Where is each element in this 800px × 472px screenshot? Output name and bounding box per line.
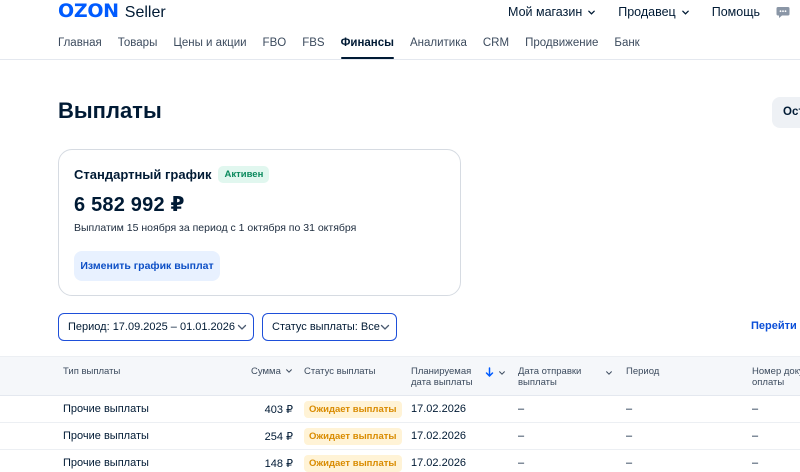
schedule-title: Стандартный график	[74, 167, 212, 182]
remainder-button[interactable]: Ост	[772, 97, 800, 128]
payouts-table: Тип выплаты Сумма Статус выплаты Планиру…	[0, 356, 800, 472]
cell-sum: 254 ₽	[264, 431, 293, 443]
chevron-down-icon	[681, 10, 689, 15]
cell-sum: 148 ₽	[264, 458, 293, 470]
top-nav: Мой магазин Продавец Помощь	[508, 4, 800, 20]
top-nav-label: Помощь	[711, 5, 760, 19]
cell-planned-date: 17.02.2026	[411, 403, 467, 415]
table-row[interactable]: Прочие выплаты 403 ₽ Ожидает выплаты 17.…	[0, 396, 800, 423]
column-header-document-number[interactable]: Номер доку оплаты	[752, 366, 800, 388]
cell-type: Прочие выплаты	[63, 403, 149, 415]
cell-sent-date: –	[518, 430, 525, 442]
goto-link[interactable]: Перейти в	[751, 320, 800, 332]
logo-mark: OZON	[58, 0, 119, 22]
cell-document-number: –	[752, 430, 759, 442]
chevron-down-icon	[380, 324, 390, 330]
chevron-down-icon	[588, 10, 596, 15]
cell-document-number: –	[752, 403, 759, 415]
top-nav-label: Продавец	[618, 5, 676, 19]
table-row[interactable]: Прочие выплаты 148 ₽ Ожидает выплаты 17.…	[0, 450, 800, 472]
cell-sent-date: –	[518, 403, 525, 415]
nav-tab-analytics[interactable]: Аналитика	[410, 37, 467, 59]
ozon-seller-logo[interactable]: OZON Seller	[58, 0, 166, 22]
main-nav: Главная Товары Цены и акции FBO FBS Фина…	[0, 26, 800, 60]
chevron-down-icon	[237, 324, 247, 330]
status-filter[interactable]: Статус выплаты: Все	[262, 313, 397, 341]
payout-amount: 6 582 992 ₽	[74, 194, 185, 216]
chevron-down-icon[interactable]	[605, 369, 613, 377]
cell-sum: 403 ₽	[264, 404, 293, 416]
column-header-line: оплаты	[752, 377, 785, 388]
column-header-line: выплаты	[518, 377, 557, 388]
status-badge: Активен	[218, 166, 270, 183]
cell-document-number: –	[752, 457, 759, 469]
change-schedule-button[interactable]: Изменить график выплат	[74, 251, 220, 281]
chevron-down-icon	[499, 370, 505, 375]
top-nav-my-store[interactable]: Мой магазин	[508, 5, 596, 19]
cell-sent-date: –	[518, 457, 525, 469]
period-filter-label: Период: 17.09.2025 – 01.01.2026	[68, 321, 236, 333]
card-heading: Стандартный график Активен	[74, 166, 270, 183]
top-bar: OZON Seller Мой магазин Продавец Помощь	[0, 0, 800, 26]
cell-period: –	[626, 403, 633, 415]
nav-tab-fbs[interactable]: FBS	[302, 37, 324, 59]
sort-control[interactable]	[485, 367, 506, 378]
logo-subtitle: Seller	[124, 4, 166, 21]
top-nav-help[interactable]: Помощь	[712, 5, 760, 19]
nav-tab-home[interactable]: Главная	[58, 37, 102, 59]
sort-arrow-down-icon	[485, 367, 494, 378]
status-filter-label: Статус выплаты: Все	[272, 321, 380, 333]
chevron-down-icon	[285, 369, 292, 374]
column-header-sum[interactable]: Сумма	[251, 366, 293, 377]
cell-type: Прочие выплаты	[63, 457, 149, 469]
status-badge: Ожидает выплаты	[304, 428, 402, 445]
chat-icon[interactable]	[776, 6, 790, 19]
column-header-line: Номер доку	[752, 366, 800, 377]
column-header-period[interactable]: Период	[626, 366, 659, 377]
nav-tab-promotion[interactable]: Продвижение	[525, 37, 598, 59]
page-title: Выплаты	[58, 98, 162, 123]
payout-description: Выплатим 15 ноября за период с 1 октября…	[74, 222, 357, 234]
column-header-sent-date[interactable]: Дата отправки выплаты	[518, 366, 581, 388]
column-header-line: дата выплаты	[411, 377, 473, 388]
cell-planned-date: 17.02.2026	[411, 430, 467, 442]
nav-tab-finance[interactable]: Финансы	[340, 37, 395, 59]
column-header-status[interactable]: Статус выплаты	[304, 366, 376, 377]
nav-tab-bank[interactable]: Банк	[614, 37, 639, 59]
main-nav-list: Главная Товары Цены и акции FBO FBS Фина…	[58, 37, 656, 59]
top-nav-label: Мой магазин	[508, 5, 583, 19]
status-badge: Ожидает выплаты	[304, 455, 402, 472]
nav-tab-fbo[interactable]: FBO	[263, 37, 287, 59]
top-nav-seller[interactable]: Продавец	[618, 5, 689, 19]
cell-period: –	[626, 457, 633, 469]
column-header-line: Планируемая	[411, 366, 472, 377]
column-header-type[interactable]: Тип выплаты	[63, 366, 120, 377]
payout-schedule-card: Стандартный график Активен 6 582 992 ₽ В…	[58, 149, 461, 296]
column-header-sum-label: Сумма	[251, 366, 281, 377]
status-badge: Ожидает выплаты	[304, 401, 402, 418]
cell-planned-date: 17.02.2026	[411, 457, 467, 469]
table-row[interactable]: Прочие выплаты 254 ₽ Ожидает выплаты 17.…	[0, 423, 800, 450]
nav-tab-products[interactable]: Товары	[118, 37, 158, 59]
column-header-line: Дата отправки	[518, 366, 582, 377]
table-header: Тип выплаты Сумма Статус выплаты Планиру…	[0, 356, 800, 396]
column-header-planned-date[interactable]: Планируемая дата выплаты	[411, 366, 473, 388]
period-filter[interactable]: Период: 17.09.2025 – 01.01.2026	[58, 313, 254, 341]
nav-tab-prices[interactable]: Цены и акции	[173, 37, 246, 59]
cell-type: Прочие выплаты	[63, 430, 149, 442]
cell-period: –	[626, 430, 633, 442]
nav-tab-crm[interactable]: CRM	[483, 37, 509, 59]
